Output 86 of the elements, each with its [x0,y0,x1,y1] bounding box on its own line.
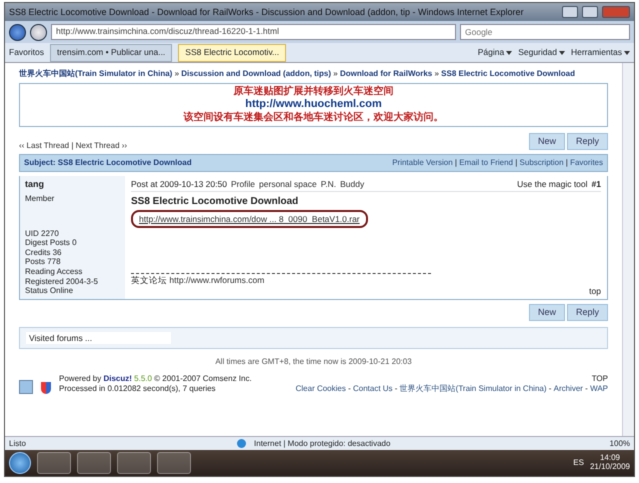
breadcrumb-link[interactable]: Download for RailWorks [340,69,432,78]
zone-text: Internet | Modo protegido: desactivado [254,438,390,448]
banner-text: 原车迷贴图扩展并转移到火车迷空间 [232,86,394,98]
caret-icon [558,51,565,56]
menu-button[interactable]: Página [478,47,512,58]
forum-button[interactable]: New [528,304,565,321]
forward-button[interactable] [30,24,47,40]
zoom-level[interactable]: 100% [610,438,630,448]
status-text: Listo [9,438,27,448]
page-icon [19,380,33,394]
post-action-link[interactable]: Buddy [340,178,364,189]
banner-text: 该空间设有车迷集会区和各地车迷讨论区，欢迎大家访问。 [182,112,444,124]
time-note: All times are GMT+8, the time now is 2009-10-21 20:03 [214,356,413,366]
subject-title: Subject: SS8 Electric Locomotive Download [24,158,192,168]
post-title: SS8 Electric Locomotive Download [131,196,300,208]
author-stat: Credits 36 [25,248,62,258]
post-action-link[interactable]: personal space [259,178,317,189]
signature-label: 英文论坛 [131,275,168,286]
back-button[interactable] [9,24,26,40]
author-stat: Digest Posts 0 [25,238,78,248]
author-name[interactable]: tang [25,178,120,190]
separator: - [347,384,352,393]
forum-button[interactable]: Reply [566,304,608,321]
forum-select[interactable]: Visited forums ... [26,332,171,344]
banner-link[interactable]: http://www.huocheml.com [22,98,605,112]
separator: | [514,158,518,168]
author-rank: Member [25,194,56,204]
author-stat: Reading Access [25,266,84,277]
search-field[interactable]: Google [460,24,630,40]
separator: | [564,158,569,168]
breadcrumb-link[interactable]: 世界火车中国站(Train Simulator in China) [19,69,172,78]
forum-button[interactable]: New [528,133,565,150]
maximize-button[interactable] [582,6,598,18]
footer-link[interactable]: WAP [590,384,608,393]
favorites-button[interactable]: Favoritos [9,47,44,58]
forum-button[interactable]: Reply [566,133,608,150]
separator: | [70,140,74,150]
separator: - [548,384,552,393]
breadcrumb-separator: » [174,69,180,78]
post-number: #1 [592,178,601,189]
breadcrumb-link[interactable]: SS8 Electric Locomotive Download [441,69,575,78]
footer-link[interactable]: Archiver [554,384,583,393]
minimize-button[interactable] [562,6,578,18]
post-action-link[interactable]: Profile [230,178,256,189]
subject-link[interactable]: Subscription [520,158,564,168]
post-action-link[interactable]: P.N. [320,178,336,189]
author-stat: UID 2270 [25,228,60,238]
magic-tool-link[interactable]: Use the magic tool [517,178,588,189]
last-thread-link[interactable]: ‹‹ Last Thread [19,140,70,150]
menu-button[interactable]: Seguridad [518,47,565,58]
window-title: SS8 Electric Locomotive Download - Download for RailWorks - Discussion and Download (addon, tip - Windows Internet Explorer [9,6,525,18]
breadcrumb-link[interactable]: Discussion and Download (addon, tips) [181,69,332,78]
footer-link[interactable]: Contact Us [352,384,393,393]
shield-icon [41,382,51,394]
scrollbar[interactable] [622,63,634,436]
menu-button[interactable]: Herramientas [570,47,630,58]
language-indicator[interactable]: ES [573,458,584,468]
footer-link[interactable]: 世界火车中国站(Train Simulator in China) [400,384,546,393]
signature-link[interactable]: http://www.rwforums.com [169,275,264,286]
footer-link[interactable]: Clear Cookies [296,384,346,393]
caret-icon [506,51,512,56]
subject-link[interactable]: Favorites [570,158,603,168]
separator: - [584,384,589,393]
attachment-link[interactable]: http://www.trainsimchina.com/dow ... 8_0090_BetaV1.0.rar [131,210,368,228]
author-stat: Posts 778 [25,257,62,267]
separator: | [454,158,458,168]
author-stat: Registered 2004-3-5 [25,276,99,286]
browser-tab[interactable]: SS8 Electric Locomotiv... [178,44,286,62]
powered-by-text: Powered by Discuz! 5.5.0 © 2001-2007 Comsenz Inc. [59,374,252,384]
breadcrumb-separator: » [433,69,440,78]
subject-link[interactable]: Printable Version [392,158,453,168]
breadcrumb-separator: » [332,69,339,78]
top-link[interactable]: top [131,286,601,296]
caret-icon [624,51,630,56]
browser-tab[interactable]: trensim.com • Publicar una... [50,44,172,62]
subject-link[interactable]: Email to Friend [459,158,513,168]
next-thread-link[interactable]: Next Thread ›› [76,140,128,150]
start-button[interactable] [9,452,31,474]
globe-icon [237,439,246,448]
author-stat: Status Online [25,286,74,296]
address-field[interactable]: http://www.trainsimchina.com/discuz/thread-16220-1-1.html [51,24,456,40]
top-link[interactable]: TOP [260,374,608,384]
separator: - [394,384,398,393]
processed-text: Processed in 0.012082 second(s), 7 queries [59,384,217,394]
post-date: Post at 2009-10-13 20:50 [131,178,227,189]
clock[interactable]: 14:09 21/10/2009 [590,454,630,472]
